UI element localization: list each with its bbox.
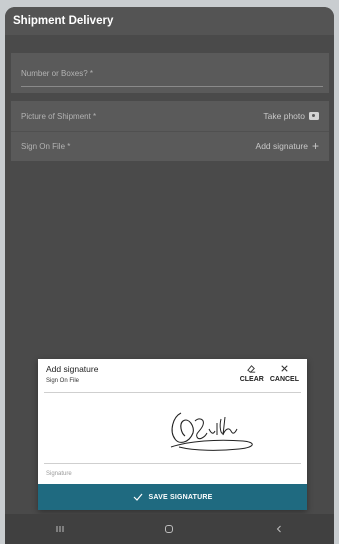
page-title: Shipment Delivery xyxy=(13,15,114,27)
take-photo-button[interactable]: Take photo xyxy=(263,111,319,121)
back-icon xyxy=(276,525,281,533)
dialog-title: Add signature xyxy=(46,364,99,374)
back-button[interactable] xyxy=(269,521,289,537)
clear-button[interactable]: CLEAR xyxy=(240,363,264,383)
dialog-actions: CLEAR CANCEL xyxy=(240,363,299,383)
signature-dialog: Add signature Sign On File CLEAR CANCEL … xyxy=(38,359,307,510)
sign-label: Sign On File * xyxy=(21,141,71,151)
picture-label: Picture of Shipment * xyxy=(21,111,97,121)
field-underline xyxy=(21,86,323,87)
save-signature-label: SAVE SIGNATURE xyxy=(148,493,213,501)
picture-row: Picture of Shipment * Take photo xyxy=(21,109,319,123)
home-icon xyxy=(165,525,174,533)
boxes-field[interactable]: Number or Boxes? * xyxy=(11,53,329,93)
clear-label: CLEAR xyxy=(239,376,264,383)
save-signature-button[interactable]: SAVE SIGNATURE xyxy=(38,484,307,510)
app-header: Shipment Delivery xyxy=(5,7,334,35)
home-button[interactable] xyxy=(159,521,179,537)
close-icon xyxy=(281,365,288,372)
eraser-icon xyxy=(247,365,256,373)
camera-icon xyxy=(309,112,319,120)
check-icon xyxy=(133,493,142,501)
recent-apps-icon xyxy=(56,526,64,532)
add-signature-button[interactable]: Add signature + xyxy=(255,139,319,153)
cancel-button[interactable]: CANCEL xyxy=(270,363,299,383)
signature-label: Signature xyxy=(46,471,72,477)
dialog-header-divider xyxy=(44,392,301,393)
signature-pad[interactable] xyxy=(44,397,301,463)
dialog-subtitle: Sign On File xyxy=(46,378,80,384)
add-signature-label: Add signature xyxy=(255,141,308,151)
system-nav-bar xyxy=(5,514,334,544)
recent-apps-button[interactable] xyxy=(50,521,70,537)
boxes-field-label: Number or Boxes? * xyxy=(21,69,94,78)
row-divider xyxy=(11,131,329,132)
sign-row: Sign On File * Add signature + xyxy=(21,139,319,153)
attachments-card: Picture of Shipment * Take photo Sign On… xyxy=(11,101,329,161)
signature-baseline xyxy=(44,463,301,464)
cancel-label: CANCEL xyxy=(269,376,299,383)
plus-icon: + xyxy=(311,139,319,153)
signature-drawing xyxy=(170,412,253,451)
take-photo-label: Take photo xyxy=(263,111,305,121)
